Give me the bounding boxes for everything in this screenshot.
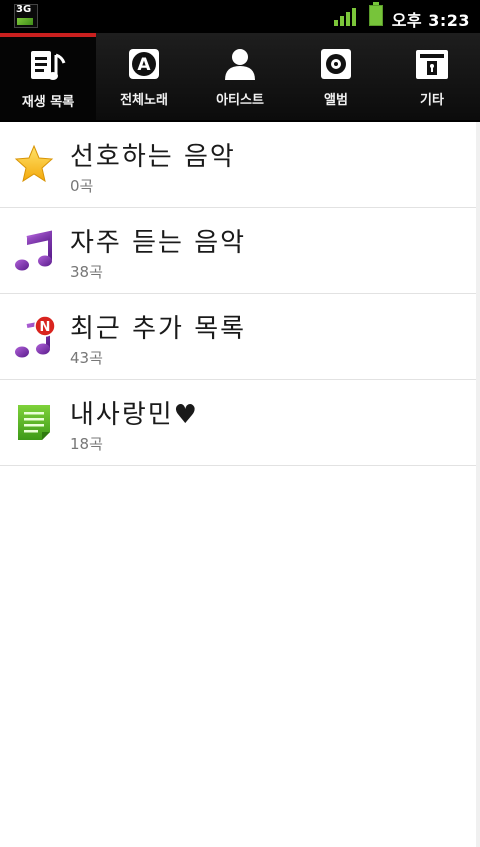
scrollbar[interactable]	[476, 122, 480, 847]
playlist-title: 내사랑민♥	[70, 400, 199, 430]
playlist-count: 0곡	[70, 177, 94, 195]
tab-label: 아티스트	[216, 93, 264, 108]
document-list-icon	[14, 402, 54, 442]
artist-icon	[222, 47, 258, 85]
tab-label: 앨범	[324, 93, 348, 108]
star-icon	[14, 144, 54, 184]
playlist-title: 자주 듣는 음악	[70, 228, 247, 258]
tab-album[interactable]: 앨범	[288, 33, 384, 120]
clock: 오후 3:23	[391, 11, 470, 30]
playlist-icon	[28, 49, 68, 89]
status-bar: 3G 오후 3:23	[0, 0, 480, 33]
playlist-title: 최근 추가 목록	[70, 314, 247, 344]
new-badge: N	[40, 320, 51, 335]
tab-label: 전체노래	[120, 93, 168, 108]
tab-artist[interactable]: 아티스트	[192, 33, 288, 120]
playlist-count: 18곡	[70, 435, 103, 453]
tab-all-songs[interactable]: A 전체노래	[96, 33, 192, 120]
list-item-recent[interactable]: N 최근 추가 목록 43곡	[0, 294, 476, 380]
list-item-frequent[interactable]: 자주 듣는 음악 38곡	[0, 208, 476, 294]
battery-icon	[369, 2, 383, 26]
tab-bar: 재생 목록 A 전체노래 아티스트 앨범 기타	[0, 33, 480, 122]
network-3g-icon: 3G	[14, 4, 38, 28]
playlist-title: 선호하는 음악	[70, 142, 236, 172]
network-label: 3G	[16, 4, 32, 15]
music-note-new-icon: N	[14, 315, 56, 358]
playlist-list: 선호하는 음악 0곡 자주 듣는 음악 38곡 N 최근 추가 목록 43곡 내…	[0, 122, 476, 466]
tab-label: 재생 목록	[21, 95, 75, 110]
tab-other[interactable]: 기타	[384, 33, 480, 120]
tab-playlist[interactable]: 재생 목록	[0, 33, 96, 120]
all-songs-icon: A	[127, 47, 161, 85]
album-icon	[319, 47, 353, 85]
svg-text:A: A	[137, 55, 151, 75]
signal-strength-icon	[334, 8, 356, 26]
playlist-count: 38곡	[70, 263, 103, 281]
playlist-count: 43곡	[70, 349, 103, 367]
music-note-icon	[14, 230, 54, 271]
other-icon	[414, 47, 450, 85]
tab-label: 기타	[420, 93, 444, 108]
list-item-favorites[interactable]: 선호하는 음악 0곡	[0, 122, 476, 208]
list-item-custom-playlist[interactable]: 내사랑민♥ 18곡	[0, 380, 476, 466]
